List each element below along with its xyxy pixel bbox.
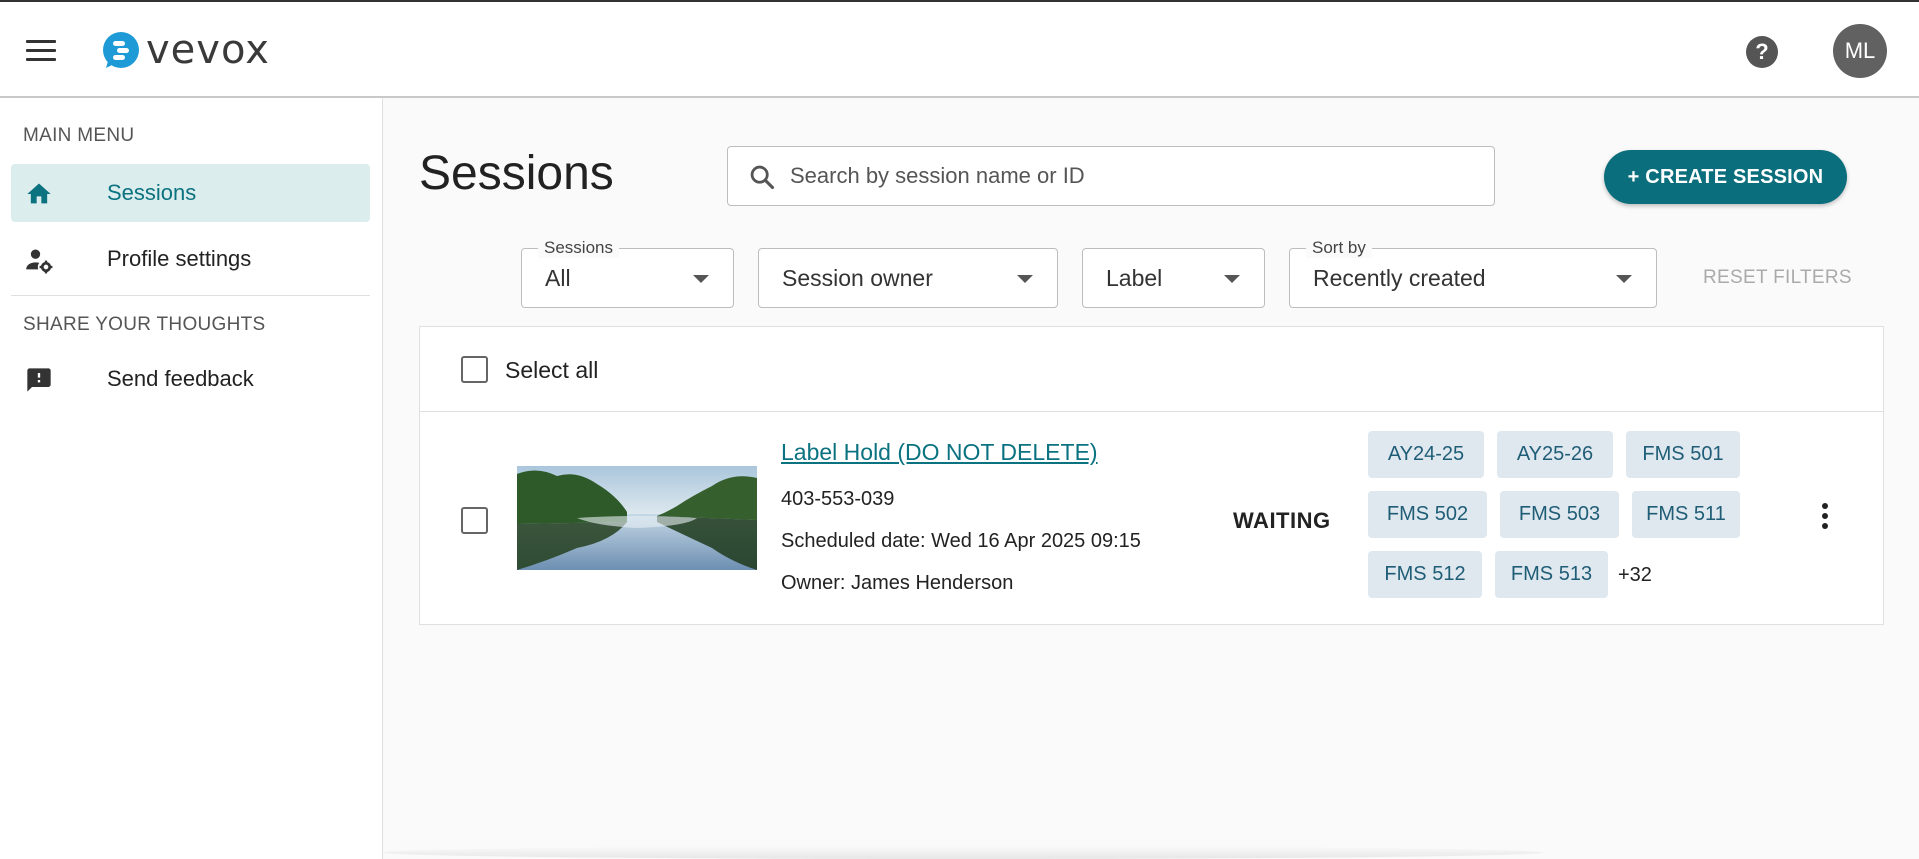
sort-by-value: Recently created [1313,265,1486,291]
sessions-filter-legend: Sessions [538,238,619,258]
sidebar-item-profile-settings[interactable]: Profile settings [11,230,370,288]
list-header: Select all [420,327,1883,412]
search-input[interactable] [790,147,1480,205]
label-chip[interactable]: FMS 513 [1495,551,1608,598]
logo-text: vevox [146,27,270,73]
search-icon [750,165,775,190]
create-session-button[interactable]: + CREATE SESSION [1604,150,1847,204]
session-owner: Owner: James Henderson [781,572,1014,594]
reset-filters-button[interactable]: RESET FILTERS [1703,267,1852,289]
sidebar-item-send-feedback[interactable]: Send feedback [11,350,370,408]
main-menu-title: MAIN MENU [23,125,135,146]
menu-icon[interactable] [26,40,56,62]
session-list: Select all Label Hold (DO NOT DELETE) 40… [419,326,1884,625]
dropdown-arrow-icon [1017,275,1033,283]
session-thumbnail[interactable] [517,466,757,570]
feedback-icon [27,368,51,392]
label-chip[interactable]: FMS 501 [1626,431,1740,478]
label-filter-select[interactable]: Label [1082,248,1265,308]
bottom-shadow [383,846,1543,859]
session-owner-filter-value: Session owner [782,265,933,291]
session-scheduled-date: Scheduled date: Wed 16 Apr 2025 09:15 [781,530,1141,552]
share-thoughts-title: SHARE YOUR THOUGHTS [23,314,266,335]
sidebar-divider [11,295,370,296]
page-title: Sessions [419,147,614,200]
dropdown-arrow-icon [1616,275,1632,283]
search-box[interactable] [727,146,1495,206]
avatar[interactable]: ML [1833,24,1887,78]
sessions-filter-value: All [545,265,571,291]
sort-by-legend: Sort by [1306,238,1372,258]
sidebar-item-label: Sessions [107,180,197,205]
label-chip[interactable]: FMS 512 [1368,551,1482,598]
more-options-icon[interactable] [1820,503,1830,533]
sidebar-item-label: Profile settings [107,246,252,271]
sidebar-item-label: Send feedback [107,366,254,391]
session-owner-filter-select[interactable]: Session owner [758,248,1058,308]
sessions-filter-select[interactable]: Sessions All [521,238,734,308]
label-chip[interactable]: FMS 503 [1500,491,1619,538]
select-all-checkbox[interactable] [461,356,488,383]
session-row-checkbox[interactable] [461,507,488,534]
session-id: 403-553-039 [781,488,895,510]
more-labels-count[interactable]: +32 [1618,564,1652,587]
select-all-label: Select all [505,357,599,383]
sort-by-select[interactable]: Sort by Recently created [1289,238,1657,308]
label-chip[interactable]: AY24-25 [1368,431,1484,478]
dropdown-arrow-icon [693,275,709,283]
sidebar-item-sessions[interactable]: Sessions [11,164,370,222]
help-icon[interactable]: ? [1746,36,1778,68]
session-name-link[interactable]: Label Hold (DO NOT DELETE) [781,439,1098,466]
vevox-logo[interactable]: vevox [102,30,270,70]
home-icon [27,183,51,204]
session-status: WAITING [1233,508,1331,533]
sidebar: MAIN MENU Sessions Profile settings SHAR… [0,98,383,859]
label-chip[interactable]: FMS 502 [1368,491,1487,538]
vevox-logo-icon [103,32,139,68]
top-bar: vevox ? ML [0,0,1919,98]
label-chip[interactable]: AY25-26 [1497,431,1613,478]
dropdown-arrow-icon [1224,275,1240,283]
label-chip[interactable]: FMS 511 [1632,491,1740,538]
label-filter-value: Label [1106,265,1163,291]
user-settings-icon [26,249,53,274]
